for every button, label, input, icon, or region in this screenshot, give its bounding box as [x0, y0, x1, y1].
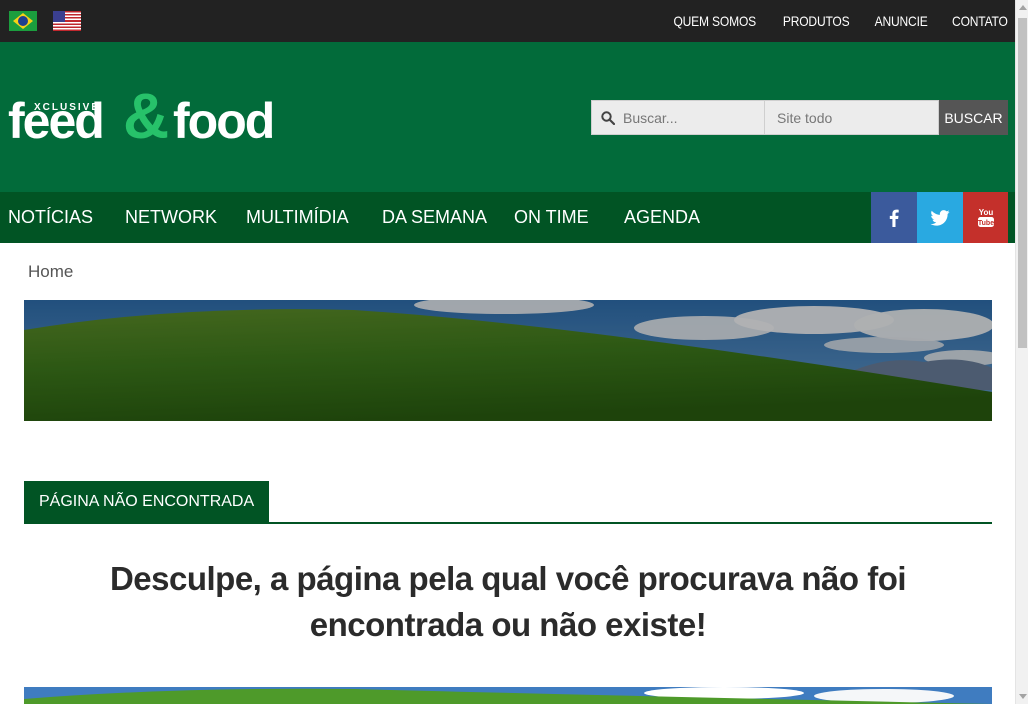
- facebook-icon: [889, 209, 899, 227]
- logo-feed: feed: [8, 93, 105, 149]
- flag-circle: [18, 16, 28, 26]
- nav-on-time[interactable]: ON TIME: [514, 192, 589, 243]
- facebook-button[interactable]: [871, 192, 917, 243]
- search-scope-value: Site todo: [777, 110, 833, 126]
- svg-text:You: You: [978, 208, 993, 217]
- flag-usa-icon[interactable]: [53, 11, 81, 31]
- scrollbar-thumb[interactable]: [1018, 18, 1027, 348]
- nav-network[interactable]: NETWORK: [125, 192, 217, 243]
- nav-da-semana[interactable]: DA SEMANA: [382, 192, 487, 243]
- search-button[interactable]: BUSCAR: [939, 100, 1008, 135]
- youtube-icon: You Tube: [977, 208, 994, 227]
- search-input[interactable]: Buscar...: [591, 100, 765, 135]
- youtube-button[interactable]: You Tube: [963, 192, 1008, 243]
- top-nav-quem-somos[interactable]: QUEM SOMOS: [674, 13, 757, 29]
- flag-canton: [53, 11, 65, 22]
- landscape-banner: [24, 300, 992, 421]
- twitter-icon: [930, 209, 950, 226]
- section-header: PÁGINA NÃO ENCONTRADA: [24, 481, 992, 524]
- twitter-button[interactable]: [917, 192, 963, 243]
- message-line-1: Desculpe, a página pela qual você procur…: [109, 560, 907, 597]
- breadcrumb-home[interactable]: Home: [28, 262, 73, 281]
- scroll-down-arrow-icon[interactable]: [1019, 694, 1027, 699]
- nav-noticias[interactable]: NOTÍCIAS: [8, 192, 93, 243]
- section-title: PÁGINA NÃO ENCONTRADA: [24, 481, 270, 522]
- search-form: Buscar... Site todo BUSCAR: [591, 100, 1008, 135]
- logo-ampersand: &: [123, 80, 170, 152]
- top-nav-produtos[interactable]: PRODUTOS: [783, 13, 850, 29]
- flag-brazil-icon[interactable]: [9, 11, 37, 31]
- logo-food: food: [173, 93, 275, 149]
- top-nav-anuncie[interactable]: ANUNCIE: [874, 13, 927, 29]
- search-icon: [601, 111, 615, 125]
- search-placeholder: Buscar...: [623, 110, 678, 126]
- top-bar: QUEM SOMOS PRODUTOS ANUNCIE CONTATO: [0, 0, 1015, 42]
- svg-text:Tube: Tube: [977, 220, 993, 227]
- landscape-image: [24, 687, 992, 704]
- page-scrollbar[interactable]: [1015, 0, 1028, 704]
- top-nav-contato[interactable]: CONTATO: [952, 13, 1008, 29]
- message-line-2: encontrada ou não existe!: [309, 606, 707, 643]
- scroll-up-arrow-icon[interactable]: [1019, 5, 1027, 10]
- site-logo[interactable]: XCLUSIVE feed & food: [8, 84, 293, 150]
- not-found-message: Desculpe, a página pela qual você procur…: [24, 556, 992, 648]
- main-nav: NOTÍCIAS NETWORK MULTIMÍDIA DA SEMANA ON…: [0, 192, 1015, 243]
- search-scope-select[interactable]: Site todo: [765, 100, 939, 135]
- breadcrumb: Home: [28, 262, 73, 282]
- nav-multimidia[interactable]: MULTIMÍDIA: [246, 192, 349, 243]
- top-nav: QUEM SOMOS PRODUTOS ANUNCIE CONTATO: [660, 0, 1009, 42]
- nav-agenda[interactable]: AGENDA: [624, 192, 700, 243]
